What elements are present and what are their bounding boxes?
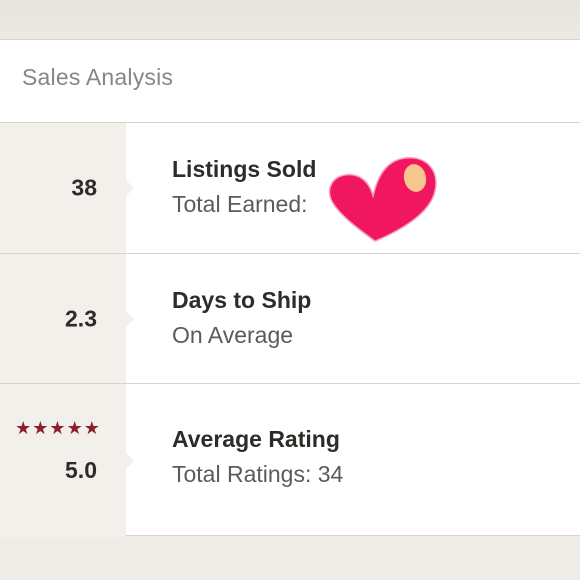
average-rating-details: Average Rating Total Ratings: 34 (172, 384, 562, 537)
listings-sold-value: 38 (71, 174, 97, 201)
total-earned-label: Total Earned: (172, 191, 308, 217)
days-to-ship-label: Days to Ship (172, 287, 312, 313)
days-to-ship-row: 2.3 Days to Ship On Average (0, 254, 580, 384)
sales-analysis-card: Sales Analysis 38 Listings Sold Total Ea… (0, 39, 580, 537)
total-ratings-label: Total Ratings: 34 (172, 461, 344, 487)
average-rating-metric-panel: ★★★★★ 5.0 (0, 384, 126, 537)
average-rating-label: Average Rating (172, 426, 340, 452)
screen: Sales Analysis 38 Listings Sold Total Ea… (0, 0, 580, 580)
on-average-label: On Average (172, 322, 294, 348)
days-to-ship-details: Days to Ship On Average (172, 254, 562, 383)
listings-sold-metric-panel: 38 (0, 123, 126, 253)
average-rating-row: ★★★★★ 5.0 Average Rating Total Ratings: … (0, 384, 580, 537)
page-title: Sales Analysis (22, 64, 174, 90)
days-to-ship-metric-panel: 2.3 (0, 254, 126, 383)
star-icon: ★★★★★ (15, 418, 101, 438)
listings-sold-row: 38 Listings Sold Total Earned: (0, 123, 580, 254)
heart-icon (327, 155, 439, 244)
days-to-ship-value: 2.3 (65, 305, 97, 331)
listings-sold-label: Listings Sold (172, 156, 317, 182)
sales-analysis-header: Sales Analysis (0, 40, 580, 123)
average-rating-value: 5.0 (65, 457, 97, 483)
